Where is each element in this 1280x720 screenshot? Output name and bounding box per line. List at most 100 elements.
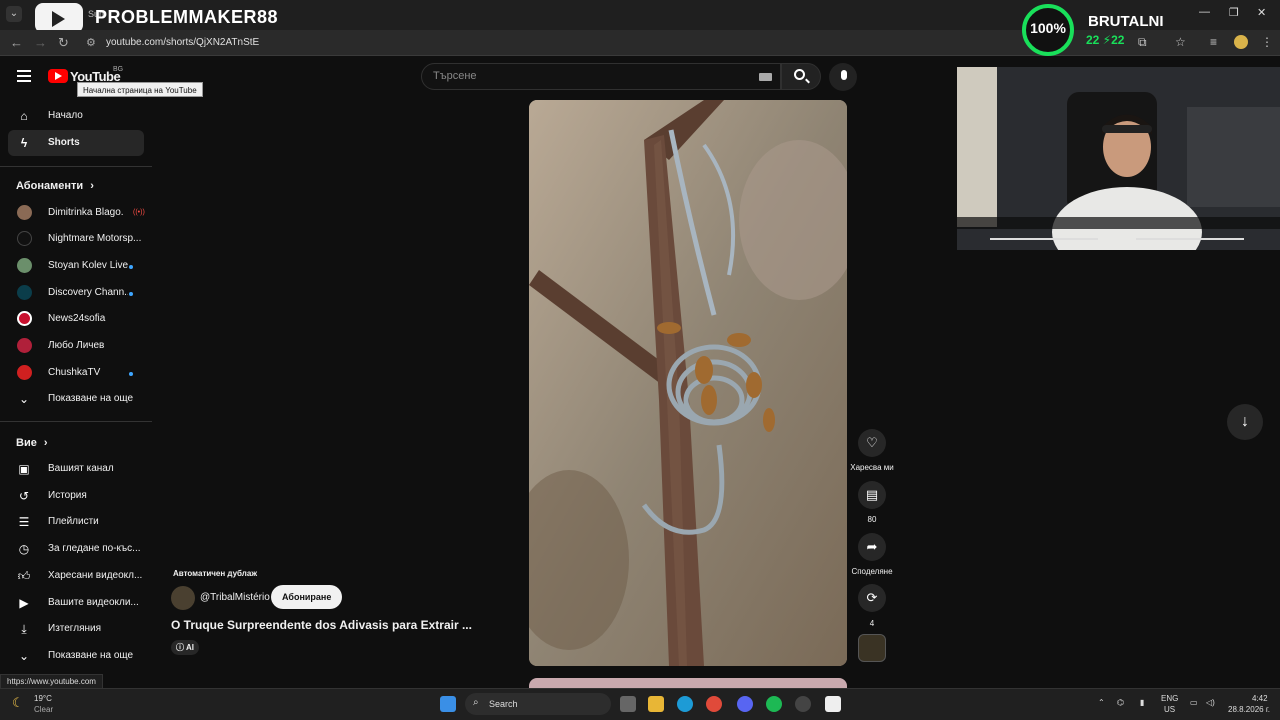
sidebar-item-downloads[interactable]: ⤓ Изтегляния: [8, 616, 144, 642]
sidebar-sub-item[interactable]: Discovery Chann...: [8, 280, 144, 306]
link-status-url: https://www.youtube.com: [0, 674, 103, 689]
sidebar-item-liked[interactable]: 👍︎ Харесани видеокл...: [8, 563, 144, 589]
clock-date[interactable]: 28.8.2026 г.: [1228, 705, 1270, 714]
mic-tray-icon[interactable]: ▮: [1140, 698, 1144, 707]
share-button[interactable]: ➦: [858, 533, 886, 561]
comments-count: 80: [867, 515, 877, 524]
you-heading[interactable]: Вие ›: [16, 437, 48, 449]
video-title[interactable]: O Truque Surpreendente dos Adivasis para…: [171, 618, 472, 632]
sidebar-item-your-channel[interactable]: ▣ Вашият канал: [8, 456, 144, 482]
volume-icon[interactable]: ◁): [1206, 698, 1215, 707]
show-more-you[interactable]: ⌄ Показване на още: [8, 643, 144, 669]
spotify-icon[interactable]: [766, 696, 782, 712]
task-view-icon[interactable]: [620, 696, 636, 712]
sidebar-item-home[interactable]: ⌂ Начало: [8, 103, 144, 129]
app-icon[interactable]: [825, 696, 841, 712]
weather-desc: Clear: [34, 705, 54, 714]
youtube-logo-icon[interactable]: [48, 69, 68, 83]
reading-list-icon[interactable]: ≡: [1210, 35, 1217, 49]
sidebar-sub-item[interactable]: Dimitrinka Blago... ((•)): [8, 200, 145, 226]
sidebar-sub-item[interactable]: News24sofia: [8, 306, 144, 332]
subscriptions-heading[interactable]: Абонаменти ›: [16, 180, 94, 192]
sidebar-item-shorts[interactable]: ϟ Shorts: [8, 130, 144, 156]
comments-button[interactable]: ▤: [858, 481, 886, 509]
sidebar-item-label: Nightmare Motorsp...: [48, 233, 142, 244]
profile-avatar[interactable]: [1234, 35, 1248, 49]
avatar[interactable]: [171, 586, 195, 610]
site-info-icon[interactable]: ⚙: [86, 36, 96, 49]
webcam-bar-left: [990, 238, 1098, 240]
avatar: [17, 365, 32, 380]
sidebar-item-label: News24sofia: [48, 313, 106, 324]
webcam-bar-right: [1136, 238, 1244, 240]
file-explorer-icon[interactable]: [648, 696, 664, 712]
channel-handle[interactable]: @TribalMistério: [200, 592, 270, 603]
clock-time[interactable]: 4:42: [1252, 694, 1268, 703]
url-text[interactable]: youtube.com/shorts/QjXN2ATnStE: [106, 37, 259, 48]
sidebar-divider: [0, 421, 152, 422]
extensions-icon[interactable]: ⧉: [1138, 35, 1147, 50]
discord-icon[interactable]: [737, 696, 753, 712]
menu-icon[interactable]: [17, 70, 31, 85]
channel-thumbnail[interactable]: [858, 634, 886, 662]
tab-list-button[interactable]: ⌄: [6, 6, 22, 22]
obs-icon[interactable]: [795, 696, 811, 712]
more-menu-icon[interactable]: ⋮: [1261, 35, 1273, 49]
sidebar-item-label: Discovery Chann...: [48, 287, 128, 298]
sidebar-item-label: Харесани видеокл...: [48, 570, 142, 581]
sidebar-item-history[interactable]: ↺ История: [8, 483, 144, 509]
taskbar-search[interactable]: [465, 693, 611, 715]
close-icon[interactable]: ✕: [1257, 6, 1266, 19]
remix-button[interactable]: ⟳: [858, 584, 886, 612]
like-label: Харесва ми: [850, 463, 894, 472]
your-videos-icon: ▶: [19, 596, 29, 610]
sidebar-item-label: Вашият канал: [48, 463, 114, 474]
network-icon[interactable]: ⌬: [1117, 698, 1124, 707]
tray-chevron-icon[interactable]: ⌃: [1098, 698, 1105, 707]
input-region[interactable]: US: [1164, 705, 1175, 714]
subscribe-button[interactable]: Абониране: [271, 585, 343, 609]
streamer-name: PROBLEMMAKER88: [95, 7, 279, 27]
sidebar-item-label: Любо Личев: [48, 340, 105, 351]
logo-tooltip: Начална страница на YouTube: [77, 82, 203, 97]
display-icon[interactable]: ▭: [1190, 698, 1198, 707]
back-icon[interactable]: ←: [10, 35, 23, 50]
moon-icon[interactable]: ☾: [12, 695, 24, 711]
remix-count: 4: [869, 619, 875, 628]
chevron-down-icon: ⌄: [18, 649, 30, 663]
next-video-button[interactable]: ↓: [1227, 404, 1263, 440]
sidebar-divider: [0, 166, 152, 167]
sidebar-item-label: Показване на още: [48, 650, 134, 661]
input-language[interactable]: ENG: [1161, 694, 1178, 703]
show-more-subscriptions[interactable]: ⌄ Показване на още: [8, 386, 144, 412]
reload-icon[interactable]: ↻: [58, 35, 69, 51]
forward-icon[interactable]: →: [34, 35, 47, 50]
sidebar-item-label: Dimitrinka Blago...: [48, 207, 124, 218]
sidebar-item-your-videos[interactable]: ▶ Вашите видеокли...: [8, 590, 144, 616]
windows-start-icon[interactable]: [440, 696, 456, 712]
microphone-icon: [841, 70, 847, 80]
chrome-icon[interactable]: [706, 696, 722, 712]
sidebar-sub-item[interactable]: Stoyan Kolev Live: [8, 253, 144, 279]
channel-icon: ▣: [18, 462, 30, 476]
sidebar-item-playlists[interactable]: ☰ Плейлисти: [8, 509, 144, 535]
ai-badge[interactable]: ⓘ AI: [171, 640, 199, 655]
avatar: [17, 231, 32, 246]
ring-value: 100%: [1030, 20, 1066, 36]
sidebar-sub-item[interactable]: ChushkaTV: [8, 360, 144, 386]
chevron-down-icon: ⌄: [18, 392, 30, 406]
short-video-player[interactable]: [529, 100, 847, 666]
sidebar-item-label: Stoyan Kolev Live: [48, 260, 128, 271]
keyboard-icon[interactable]: [759, 73, 772, 81]
sidebar-sub-item[interactable]: Nightmare Motorsp...: [8, 226, 144, 252]
minimize-icon[interactable]: —: [1199, 6, 1210, 18]
taskbar-search-label: Search: [489, 699, 518, 709]
search-placeholder: Търсене: [433, 70, 477, 82]
sidebar-item-watch-later[interactable]: ◷ За гледане по-къс...: [8, 536, 144, 562]
bookmark-star-icon[interactable]: ☆: [1175, 35, 1186, 49]
weather-temp[interactable]: 19°C: [34, 694, 52, 703]
maximize-icon[interactable]: ❐: [1229, 6, 1239, 19]
sidebar-sub-item[interactable]: Любо Личев: [8, 333, 144, 359]
like-button[interactable]: ♡: [858, 429, 886, 457]
edge-icon[interactable]: [677, 696, 693, 712]
